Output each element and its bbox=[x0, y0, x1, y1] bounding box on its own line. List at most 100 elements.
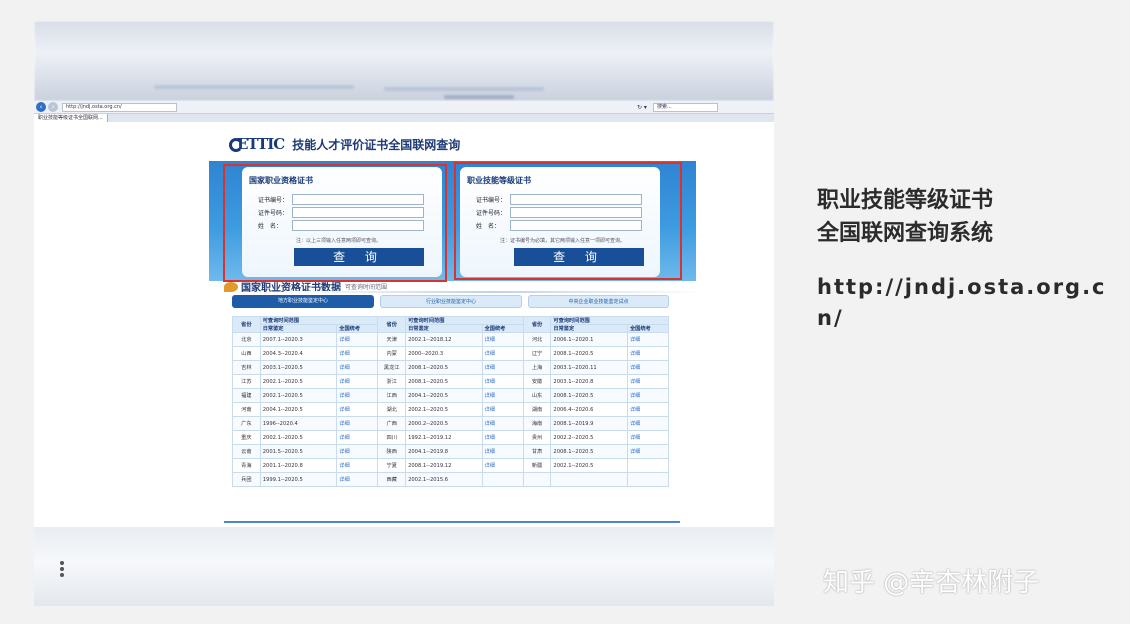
detail-link[interactable]: 详细 bbox=[626, 402, 670, 417]
highlight-frame-left bbox=[223, 164, 447, 282]
caption-url: http://jndj.osta.org.cn/ bbox=[817, 275, 1107, 330]
detail-link[interactable]: 详细 bbox=[481, 388, 524, 403]
site-logo[interactable]: ETTIC bbox=[229, 135, 285, 153]
site-header: ETTIC 技能人才评价证书全国联网查询 bbox=[229, 135, 460, 153]
watermark: 知乎 @辛杏林附子 bbox=[823, 568, 1040, 598]
range-cell: 2002.1--2015.6 bbox=[405, 472, 483, 487]
province-cell bbox=[522, 472, 552, 487]
detail-link[interactable]: 详细 bbox=[336, 472, 379, 487]
refresh-icon[interactable]: ↻ ▾ bbox=[637, 104, 647, 111]
detail-link[interactable]: 详细 bbox=[336, 346, 379, 361]
detail-link[interactable]: 详细 bbox=[481, 360, 524, 375]
province-cell: 黑龙江 bbox=[377, 360, 407, 375]
decorative-line bbox=[284, 291, 704, 293]
range-cell: 2000--2020.3 bbox=[405, 346, 483, 361]
detail-link[interactable]: 详细 bbox=[481, 332, 524, 347]
detail-link[interactable]: 详细 bbox=[336, 416, 379, 431]
detail-link[interactable]: 详细 bbox=[481, 458, 524, 473]
detail-link[interactable]: 详细 bbox=[626, 332, 670, 347]
detail-link[interactable]: 详细 bbox=[481, 402, 524, 417]
detail-link[interactable]: 详细 bbox=[481, 444, 524, 459]
detail-link[interactable]: 详细 bbox=[481, 346, 524, 361]
range-cell: 2001.1--2020.8 bbox=[259, 458, 338, 473]
detail-link[interactable]: 详细 bbox=[626, 360, 670, 375]
range-cell: 2006.4--2020.6 bbox=[550, 402, 628, 417]
range-cell: 2008.1--2020.5 bbox=[550, 346, 628, 361]
table-row: 山西 2004.3--2020.4 详细 内蒙 2000--2020.3 详细 辽宁 2008… bbox=[232, 346, 670, 361]
province-cell: 河南 bbox=[232, 402, 261, 417]
detail-link[interactable]: 详细 bbox=[336, 374, 379, 389]
detail-link[interactable]: 详细 bbox=[481, 430, 524, 445]
table-row: 青海 2001.1--2020.8 详细 宁夏 2008.1--2019.12 详细 新疆 2… bbox=[232, 458, 670, 473]
range-cell: 2000.2--2020.5 bbox=[405, 416, 483, 431]
caption-line-1: 职业技能等级证书 bbox=[817, 188, 994, 213]
range-cell: 2003.1--2020.8 bbox=[550, 374, 628, 389]
data-tabs: 地方职业技能鉴定中心 行业职业技能鉴定中心 中央企业职业技能鉴定试点 bbox=[232, 295, 669, 308]
range-cell: 1999.1--2020.5 bbox=[259, 472, 338, 487]
browser-tabbar: 职业技能等级证书全国联网... bbox=[34, 114, 774, 122]
tab-local-center[interactable]: 地方职业技能鉴定中心 bbox=[232, 295, 374, 308]
table-row: 广东 1996--2020.4 详细 广西 2000.2--2020.5 详细 海南 2008… bbox=[232, 416, 670, 431]
province-cell: 湖南 bbox=[522, 402, 552, 417]
table-header-row: 省份 可查询时间范围 省份 可查询时间范围 省份 可查询时间范围 bbox=[232, 316, 669, 333]
province-cell: 新疆 bbox=[522, 458, 552, 473]
detail-link[interactable]: 详细 bbox=[481, 374, 524, 389]
screenshot-card: ‹ › http://jndj.osta.org.cn/ ↻ ▾ 搜索... 职… bbox=[34, 21, 774, 606]
detail-link[interactable]: 详细 bbox=[626, 416, 670, 431]
province-cell: 山东 bbox=[522, 388, 552, 403]
province-cell: 上海 bbox=[522, 360, 552, 375]
range-cell: 2002.1--2020.5 bbox=[259, 430, 338, 445]
detail-link[interactable]: 详细 bbox=[336, 430, 379, 445]
province-cell: 吉林 bbox=[232, 360, 261, 375]
tab-central-enterprise[interactable]: 中央企业职业技能鉴定试点 bbox=[528, 295, 669, 308]
range-cell: 2002.1--2020.5 bbox=[259, 374, 338, 389]
header-range: 可查询时间范围 bbox=[259, 316, 379, 325]
logo-text: ETTIC bbox=[237, 135, 285, 153]
detail-link[interactable]: 详细 bbox=[336, 402, 379, 417]
detail-link bbox=[481, 472, 524, 487]
province-cell: 福建 bbox=[232, 388, 261, 403]
detail-link[interactable]: 详细 bbox=[336, 444, 379, 459]
province-cell: 云南 bbox=[232, 444, 261, 459]
header-national: 全国统考 bbox=[336, 324, 379, 333]
detail-link[interactable]: 详细 bbox=[336, 388, 379, 403]
province-cell: 重庆 bbox=[232, 430, 261, 445]
table-row: 吉林 2003.1--2020.5 详细 黑龙江 2008.1--2020.5 详细 上海 2… bbox=[232, 360, 670, 375]
leaf-icon bbox=[224, 281, 238, 292]
table-row: 兵团 1999.1--2020.5 详细 西藏 2002.1--2015.6 bbox=[232, 472, 670, 487]
header-daily: 日常鉴定 bbox=[405, 324, 483, 333]
browser-tab[interactable]: 职业技能等级证书全国联网... bbox=[34, 114, 108, 122]
range-cell: 2004.3--2020.4 bbox=[259, 346, 338, 361]
header-province: 省份 bbox=[232, 316, 261, 333]
range-cell: 1996--2020.4 bbox=[259, 416, 338, 431]
detail-link[interactable]: 详细 bbox=[626, 444, 670, 459]
detail-link[interactable]: 详细 bbox=[626, 388, 670, 403]
table-subheader-row: 日常鉴定 全国统考 日常鉴定 全国统考 日常鉴定 全国统考 bbox=[233, 324, 670, 333]
detail-link[interactable]: 详细 bbox=[336, 332, 379, 347]
province-cell: 陕西 bbox=[377, 444, 407, 459]
detail-link[interactable]: 详细 bbox=[336, 360, 379, 375]
range-cell bbox=[550, 472, 628, 487]
back-icon[interactable]: ‹ bbox=[36, 102, 46, 112]
detail-link[interactable]: 详细 bbox=[336, 458, 379, 473]
data-table: 省份 可查询时间范围 省份 可查询时间范围 省份 可查询时间范围 日常鉴定 全国统考 日常鉴定全… bbox=[232, 316, 670, 487]
blurred-header bbox=[34, 21, 774, 101]
detail-link[interactable]: 详细 bbox=[481, 416, 524, 431]
province-cell: 甘肃 bbox=[522, 444, 552, 459]
browser-search-input[interactable]: 搜索... bbox=[652, 102, 718, 112]
range-cell: 2004.1--2020.5 bbox=[405, 388, 483, 403]
forward-icon[interactable]: › bbox=[48, 102, 58, 112]
detail-link[interactable]: 详细 bbox=[626, 374, 670, 389]
table-row: 云南 2001.5--2020.5 详细 陕西 2004.1--2019.8 详细 甘肃 20… bbox=[232, 444, 670, 459]
tab-industry-center[interactable]: 行业职业技能鉴定中心 bbox=[380, 295, 522, 308]
detail-link[interactable]: 详细 bbox=[626, 346, 670, 361]
province-cell: 兵团 bbox=[232, 472, 261, 487]
more-menu-icon[interactable] bbox=[60, 561, 64, 579]
province-cell: 海南 bbox=[522, 416, 552, 431]
address-bar[interactable]: http://jndj.osta.org.cn/ bbox=[62, 102, 177, 112]
range-cell: 2008.1--2020.5 bbox=[405, 360, 483, 375]
highlight-frame-right bbox=[454, 162, 682, 280]
header-daily: 日常鉴定 bbox=[550, 324, 628, 333]
site-title: 技能人才评价证书全国联网查询 bbox=[292, 137, 461, 152]
detail-link[interactable]: 详细 bbox=[626, 430, 670, 445]
